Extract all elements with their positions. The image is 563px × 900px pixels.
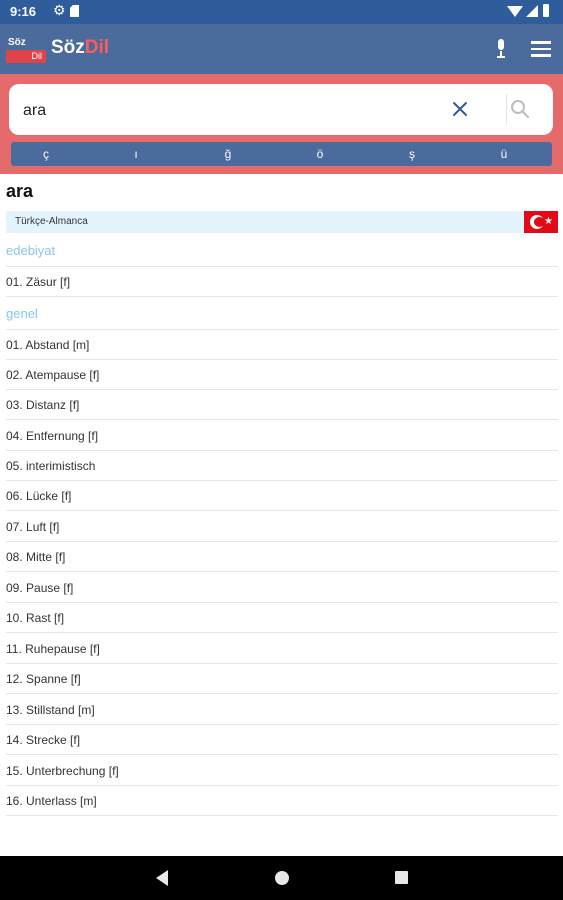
search-box: [9, 84, 553, 135]
char-button[interactable]: ç: [26, 142, 66, 166]
app-title-part-2: Dil: [84, 37, 110, 58]
list-item[interactable]: 06. Lücke [f]: [6, 481, 558, 511]
list-item[interactable]: 05. interimistisch: [6, 451, 558, 481]
wifi-icon: [507, 6, 523, 17]
home-icon[interactable]: [275, 871, 289, 885]
app-logo: Söz Dil: [6, 37, 46, 65]
category-label: genel: [6, 306, 38, 321]
list-item[interactable]: 08. Mitte [f]: [6, 542, 558, 572]
char-button[interactable]: ş: [392, 142, 432, 166]
result-word: ara: [6, 181, 34, 201]
list-item[interactable]: 01. Abstand [m]: [6, 330, 558, 360]
menu-icon[interactable]: [531, 41, 551, 57]
status-bar: 9:16 ⚙: [0, 0, 563, 24]
list-item[interactable]: 09. Pause [f]: [6, 573, 558, 603]
battery-icon: [543, 4, 549, 17]
list-item[interactable]: 07. Luft [f]: [6, 512, 558, 542]
settings-icon: ⚙: [53, 2, 66, 18]
app-bar: Söz Dil SözDil: [0, 24, 563, 74]
list-item[interactable]: 15. Unterbrechung [f]: [6, 756, 558, 786]
app-title-part-1: Söz: [51, 37, 85, 58]
status-time: 9:16: [10, 4, 37, 19]
system-nav-bar: [0, 856, 563, 900]
list-item[interactable]: 03. Distanz [f]: [6, 390, 558, 420]
list-item[interactable]: 14. Strecke [f]: [6, 725, 558, 755]
list-item[interactable]: 01. Zäsur [f]: [6, 267, 558, 297]
category-label: edebiyat: [6, 243, 56, 258]
turkey-flag-icon: ★: [524, 211, 558, 233]
app-title: SözDil: [51, 37, 109, 59]
signal-icon: [526, 5, 538, 17]
list-item[interactable]: 11. Ruhepause [f]: [6, 634, 558, 664]
char-button[interactable]: ö: [300, 142, 340, 166]
language-pair-bar: Türkçe-Almanca ★: [6, 211, 558, 233]
list-item[interactable]: 13. Stillstand [m]: [6, 695, 558, 725]
search-area: ç ı ğ ö ş ü: [0, 74, 563, 174]
language-pair-label: Türkçe-Almanca: [15, 216, 88, 227]
char-button[interactable]: ğ: [208, 142, 248, 166]
back-icon[interactable]: [156, 870, 168, 886]
search-input[interactable]: [21, 96, 425, 126]
clear-icon[interactable]: [449, 98, 471, 120]
recents-icon[interactable]: [395, 871, 408, 884]
logo-top-text: Söz: [8, 37, 26, 48]
char-button[interactable]: ı: [116, 142, 156, 166]
mic-icon[interactable]: [495, 39, 507, 59]
list-item[interactable]: 04. Entfernung [f]: [6, 421, 558, 451]
list-item[interactable]: 10. Rast [f]: [6, 603, 558, 633]
special-char-bar: ç ı ğ ö ş ü: [11, 142, 552, 166]
search-icon[interactable]: [509, 98, 531, 120]
sd-card-icon: [70, 5, 79, 17]
list-item[interactable]: 12. Spanne [f]: [6, 664, 558, 694]
list-item[interactable]: 16. Unterlass [m]: [6, 786, 558, 816]
list-item[interactable]: 02. Atempause [f]: [6, 360, 558, 390]
char-button[interactable]: ü: [484, 142, 524, 166]
search-divider: [506, 94, 507, 125]
logo-bottom-text: Dil: [6, 50, 46, 63]
